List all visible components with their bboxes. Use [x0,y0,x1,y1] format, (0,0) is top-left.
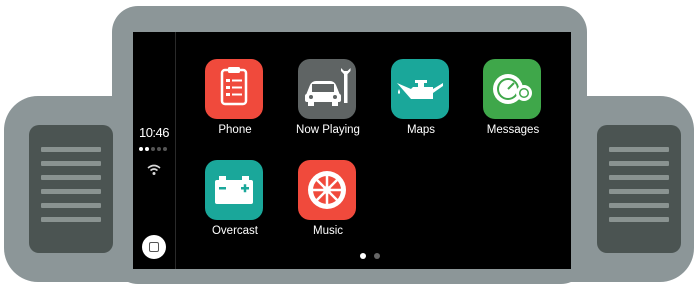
signal-icon [139,147,171,153]
page-indicator[interactable] [360,252,386,260]
home-button-icon[interactable] [142,235,166,259]
speedometer-icon [483,59,541,119]
signal-dot [157,147,161,151]
signal-dot [163,147,167,151]
oil-can-icon [391,59,449,119]
left-air-vent [29,125,113,253]
signal-dot [139,147,143,151]
carplay-screen: 10:46 Phone Now Playing Maps Messages Ov… [133,32,571,269]
signal-dot [151,147,155,151]
app-label: Messages [486,124,540,136]
status-bar: 10:46 [133,32,176,269]
wifi-icon [146,163,162,175]
app-overcast[interactable]: Overcast [190,160,280,260]
clipboard-icon [205,59,263,119]
app-messages[interactable]: Messages [468,59,558,159]
status-time: 10:46 [138,125,170,140]
app-label: Music [312,225,344,237]
app-music[interactable]: Music [283,160,373,260]
car-wrench-icon [298,59,356,119]
right-air-vent [597,125,681,253]
signal-dot [145,147,149,151]
page-dot[interactable] [374,253,380,259]
car-dashboard: 10:46 Phone Now Playing Maps Messages Ov… [0,0,699,287]
app-now-playing[interactable]: Now Playing [283,59,373,159]
page-dot[interactable] [360,253,366,259]
app-phone[interactable]: Phone [190,59,280,159]
battery-icon [205,160,263,220]
wheel-icon [298,160,356,220]
app-maps[interactable]: Maps [376,59,466,159]
